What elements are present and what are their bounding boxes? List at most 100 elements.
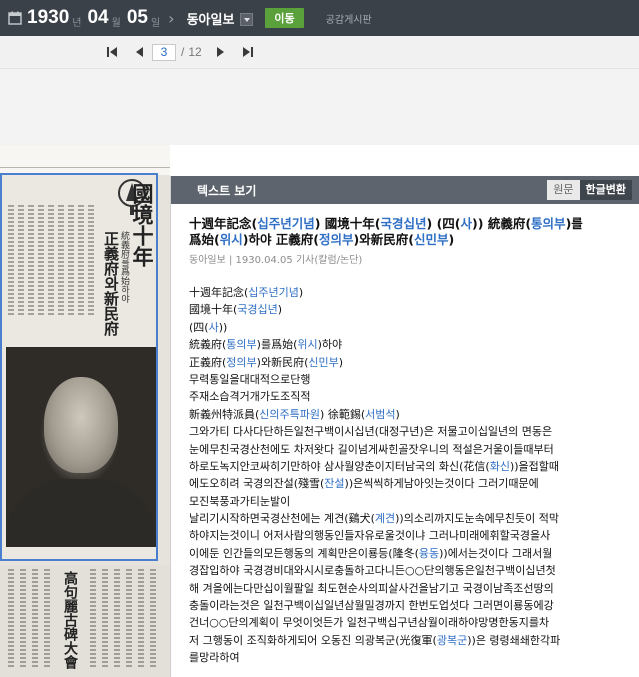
hangul-reading: 융동	[418, 546, 440, 560]
body-line: 날리기시작하면국경산천에는 계견(鷄犬(계견))의소리까지도눈속에무친듯이 적막	[189, 510, 637, 527]
tab-original[interactable]: 원문	[547, 180, 580, 200]
body-line: 그와가티 다사다단하든일천구백이시십년(대정구년)은 저물고이십일년의 면동은	[189, 423, 637, 440]
scan-header	[0, 145, 170, 175]
hangul-reading: 국경십년	[380, 216, 427, 231]
body-line: 하로도녹지안코싸히기만하야 삼사월양춘이지터남국의 화신(花信(화신))을접할때	[189, 458, 637, 475]
hangul-reading: 잔설	[324, 477, 345, 491]
hangul-reading: 십주년기념	[248, 286, 299, 299]
scan-lower-headline: 高句麗古碑大會	[62, 571, 78, 669]
text-segment: 주재소습격거개가도조직적	[189, 390, 311, 404]
text-segment: ))은 령령쇄쇄한각파	[467, 633, 561, 647]
text-segment: 저 그행동이 조직화하게되어 오동진 의광복군(光復軍(	[189, 633, 437, 647]
article-title-line-1: 十週年記念(십주년기념) 國境十年(국경십년) (四(사)) 統義府(통의부)를	[189, 216, 637, 232]
text-segment: (四(	[189, 320, 209, 334]
text-segment: 爲始(	[189, 232, 220, 247]
text-segment: ))에서는것이다 그래서월	[439, 546, 553, 560]
body-line: 이에둔 인간들의모든행동의 계획만은이룡등(隆冬(융동))에서는것이다 그래서월	[189, 545, 637, 562]
text-segment: 이에둔 인간들의모든행동의 계획만은이룡등(隆冬(	[189, 546, 419, 560]
body-line: 國境十年(국경십년)	[189, 301, 637, 318]
hangul-reading: 위시	[219, 232, 243, 247]
portrait-photo	[6, 347, 156, 547]
text-segment: 그와가티 다사다단하든일천구백이시십년(대정구년)은 저물고이십일년의 면동은	[189, 425, 553, 439]
hangul-reading: 십주년기념	[257, 216, 315, 231]
text-segment: 하로도녹지안코싸히기만하야 삼사월양춘이지터남국의 화신(花信(	[189, 459, 490, 473]
text-segment: 十週年記念(	[189, 286, 249, 299]
text-segment: 해 겨을에는다만십이월팔일 최도현순사의피살사건을남기고 국경이남족조선땅의	[189, 581, 554, 595]
day-value[interactable]: 05	[127, 7, 148, 29]
scan-headline-main: 國境十年	[130, 183, 155, 267]
body-line: 正義府(정의부)와新民府(신민부)	[189, 354, 637, 371]
body-line: 를망라하여	[189, 649, 637, 666]
body-line: 경잡입하야 국경경비대와시시로충돌하고다니든○○단의행동은일천구백이십년첫	[189, 562, 637, 579]
last-page-icon[interactable]	[242, 46, 254, 58]
text-segment: 十週年記念(	[189, 216, 258, 231]
go-button[interactable]: 이동	[265, 8, 304, 28]
text-segment: 무력통일을대대적으로단행	[189, 372, 311, 386]
text-view-panel: 텍스트 보기 원문 한글변환 十週年記念(십주년기념) 國境十年(국경십년) (…	[170, 176, 639, 677]
text-segment: )하야	[317, 338, 343, 352]
tab-korean-conversion[interactable]: 한글변환	[579, 180, 632, 200]
text-segment: )	[338, 355, 344, 369]
text-segment: ) 國境十年(	[314, 216, 381, 231]
newspaper-select-label[interactable]: 동아일보	[187, 9, 235, 28]
hangul-reading: 서범석	[365, 407, 396, 421]
text-segment: 正義府(	[189, 355, 227, 369]
text-segment: 를망라하여	[189, 651, 240, 665]
text-segment: 경잡입하야 국경경비대와시시로충돌하고다니든○○단의행동은일천구백이십년첫	[189, 564, 556, 578]
month-value[interactable]: 04	[87, 7, 108, 29]
top-bar: 1930 년 04 월 05 일 › 동아일보 이동 공감게시판	[0, 0, 639, 36]
page-total: 12	[188, 45, 202, 59]
page-separator: /	[181, 45, 185, 59]
first-page-icon[interactable]	[106, 46, 118, 58]
hangul-reading: 사	[460, 216, 473, 231]
article-content: 十週年記念(십주년기념) 國境十年(국경십년) (四(사)) 統義府(통의부)를…	[189, 216, 637, 667]
hangul-reading: 국경십년	[237, 303, 278, 317]
viewer-background	[0, 69, 639, 145]
hangul-reading: 화신	[489, 459, 510, 473]
text-segment: 하야지는것이니 어저사람의행동인들자유로울것이냐 그러나미래에휘할국경을사	[189, 529, 551, 543]
hangul-reading: 신민부	[308, 355, 339, 369]
text-segment: 에도오히려 국경의잔설(殘雪(	[189, 477, 325, 491]
body-line: (四(사))	[189, 319, 637, 336]
prev-page-icon[interactable]	[134, 46, 144, 58]
body-line: 統義府(통의부)를爲始(위시)하야	[189, 336, 637, 353]
board-link[interactable]: 공감게시판	[326, 11, 372, 26]
scan-lower-section: 高句麗古碑大會	[0, 565, 170, 677]
body-line: 눈에무친국경산천에도 차저왓다 길이넘게싸힌골잣우니의 적설은거울이들때부터	[189, 441, 637, 458]
text-segment: ))을접할때	[509, 459, 560, 473]
text-segment: )) 統義府(	[472, 216, 532, 231]
day-unit: 일	[150, 17, 161, 29]
article-body: 十週年記念(십주년기념) 國境十年(국경십년) (四(사)) 統義府(통의부)를爲始(…	[189, 284, 637, 667]
body-line: 저 그행동이 조직화하게되어 오동진 의광복군(光復軍(광복군))은 령령쇄쇄한…	[189, 632, 637, 649]
year-value[interactable]: 1930	[27, 7, 69, 29]
text-segment: )를爲始(	[256, 338, 298, 352]
next-page-icon[interactable]	[216, 46, 226, 58]
text-segment: ))	[218, 320, 228, 334]
text-segment: 모진북풍과가티눈발이	[189, 494, 291, 508]
text-segment: )와新民府(	[256, 355, 309, 369]
body-line: 무력통일을대대적으로단행	[189, 371, 637, 388]
page-number-input[interactable]: 3	[152, 43, 176, 61]
newspaper-scan[interactable]: 國境十年 統義府를爲始하야 正義府와新民府 高句麗古碑大會	[0, 145, 170, 677]
chevron-down-icon[interactable]	[240, 12, 254, 26]
hangul-reading: 통의부	[226, 338, 257, 352]
hangul-reading: 사	[208, 320, 219, 334]
panel-header: 텍스트 보기 원문 한글변환	[171, 176, 639, 204]
view-mode-tabs: 원문 한글변환	[547, 180, 632, 200]
text-segment: ))의소리까지도눈속에무친듯이 적막	[395, 512, 560, 526]
hangul-reading: 정의부	[226, 355, 257, 369]
hangul-reading: 정의부	[319, 232, 354, 247]
calendar-icon[interactable]	[8, 11, 22, 25]
hangul-reading: 위시	[297, 338, 318, 352]
text-segment: 건너○○단의계획이 무엇이엇든가 일천구백십구년삼월이래하야망명한동지를차	[189, 616, 550, 630]
hangul-reading: 계견	[374, 512, 396, 526]
month-unit: 월	[111, 17, 121, 29]
text-segment: )	[277, 303, 283, 317]
body-line: 충돌이라는것은 일천구백이십일년삼월밀경까지 한번도업섯다 그러면이룡동에강	[189, 597, 637, 614]
selected-article-box[interactable]: 國境十年 統義府를爲始하야 正義府와新民府	[0, 173, 158, 561]
text-segment: )	[298, 286, 304, 299]
hangul-reading: 신민부	[413, 232, 449, 247]
body-line: 해 겨을에는다만십이월팔일 최도현순사의피살사건을남기고 국경이남족조선땅의	[189, 580, 637, 597]
next-date-chevron-icon[interactable]: ›	[168, 9, 174, 28]
body-line: 건너○○단의계획이 무엇이엇든가 일천구백십구년삼월이래하야망명한동지를차	[189, 614, 637, 631]
